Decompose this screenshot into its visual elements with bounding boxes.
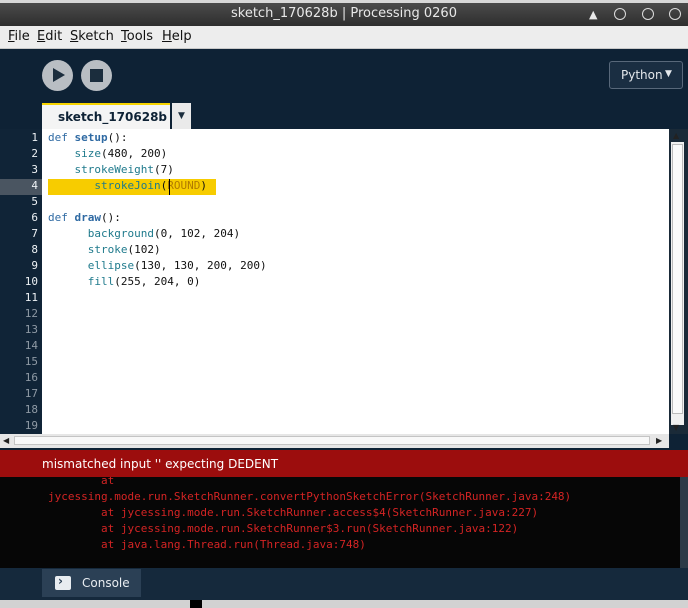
scroll-thumb[interactable] (672, 144, 683, 414)
title-bar: sketch_170628b | Processing 0260 ▲ (0, 3, 688, 26)
console-line: at jycessing.mode.run.SketchRunner.acces… (48, 506, 539, 519)
code-line[interactable]: strokeWeight(7) (48, 163, 174, 176)
line-number: 10 (24, 275, 38, 288)
console-line: at jycessing.mode.run.SketchRunner$3.run… (48, 522, 519, 535)
line-number: 14 (24, 339, 38, 352)
line-number: 7 (31, 227, 38, 240)
line-number: 8 (31, 243, 38, 256)
tab-sketch[interactable]: sketch_170628b (42, 103, 170, 129)
line-number: 18 (24, 403, 38, 416)
line-number: 19 (24, 419, 38, 432)
os-bottom-strip (0, 600, 688, 608)
code-line[interactable]: stroke(102) (48, 243, 161, 256)
console-line: jycessing.mode.run.SketchRunner.convertP… (48, 490, 572, 503)
line-number: 3 (31, 163, 38, 176)
line-number: 17 (24, 387, 38, 400)
code-line[interactable]: background(0, 102, 204) (48, 227, 240, 240)
console-scrollbar[interactable] (680, 477, 688, 568)
menu-help-mnemonic: H (162, 29, 172, 44)
code-line[interactable]: def draw(): (48, 211, 121, 224)
minimize-icon[interactable] (614, 8, 626, 20)
line-number: 5 (31, 195, 38, 208)
tab-label: sketch_170628b (58, 110, 168, 124)
console-output[interactable]: at jycessing.mode.run.SketchRunner.conve… (0, 477, 680, 568)
stop-icon (90, 69, 103, 82)
console-line: at (48, 477, 115, 487)
editor-vertical-scrollbar[interactable]: ▲ ▼ (669, 129, 688, 434)
code-editor[interactable]: def setup(): size(480, 200) strokeWeight… (42, 129, 669, 434)
scroll-right-icon[interactable]: ▶ (656, 436, 662, 445)
tab-menu-button[interactable]: ▼ (172, 103, 191, 129)
line-number: 12 (24, 307, 38, 320)
window-title: sketch_170628b | Processing 0260 (231, 6, 457, 21)
code-line[interactable]: fill(255, 204, 0) (48, 275, 201, 288)
line-number: 4 (31, 179, 38, 192)
mode-label: Python (621, 68, 663, 82)
close-icon[interactable] (669, 8, 681, 20)
menu-file-label: ile (14, 29, 30, 44)
code-line[interactable]: strokeJoin(ROUND) (48, 179, 207, 192)
line-number: 15 (24, 355, 38, 368)
menu-help-label: elp (171, 29, 192, 44)
menu-help[interactable]: Help (162, 29, 192, 44)
menu-tools[interactable]: Tools (121, 29, 153, 44)
code-line[interactable]: def setup(): (48, 131, 128, 144)
up-arrow-icon[interactable]: ▲ (589, 8, 597, 21)
line-number: 1 (31, 131, 38, 144)
stop-button[interactable] (81, 60, 112, 91)
menu-file[interactable]: File (8, 29, 30, 44)
menu-edit[interactable]: Edit (37, 29, 62, 44)
scroll-track[interactable] (671, 142, 684, 425)
line-number: 11 (24, 291, 38, 304)
console-icon: › (55, 574, 71, 590)
line-number: 13 (24, 323, 38, 336)
os-bottom-marker (190, 600, 202, 608)
error-message: mismatched input '' expecting DEDENT (42, 457, 279, 471)
menu-tools-label: ools (126, 29, 154, 44)
maximize-icon[interactable] (642, 8, 654, 20)
console-line: at java.lang.Thread.run(Thread.java:748) (48, 538, 366, 551)
console-tab[interactable]: › Console (42, 569, 141, 597)
run-button[interactable] (42, 60, 73, 91)
line-number: 9 (31, 259, 38, 272)
chevron-down-icon: ▼ (178, 111, 185, 121)
toolbar: Python ▼ (0, 49, 688, 101)
scroll-left-icon[interactable]: ◀ (3, 436, 9, 445)
console-tab-label: Console (82, 576, 130, 590)
line-number-gutter: 1 2 3 4 5 6 7 8 9 10 11 12 13 14 15 16 1… (0, 129, 42, 434)
menu-sketch-label: ketch (78, 29, 114, 44)
editor-horizontal-scrollbar[interactable]: ◀ ▶ (0, 434, 669, 448)
scroll-thumb[interactable] (14, 436, 650, 445)
line-number: 6 (31, 211, 38, 224)
menu-edit-label: dit (45, 29, 63, 44)
line-number: 16 (24, 371, 38, 384)
chevron-down-icon: ▼ (665, 69, 672, 79)
play-icon (53, 68, 65, 82)
mode-select[interactable]: Python ▼ (609, 61, 683, 89)
text-caret (169, 179, 170, 195)
code-line[interactable]: size(480, 200) (48, 147, 168, 160)
error-status-bar: mismatched input '' expecting DEDENT (0, 450, 688, 477)
menu-sketch[interactable]: Sketch (70, 29, 114, 44)
scroll-down-icon[interactable]: ▼ (673, 423, 679, 432)
scroll-up-icon[interactable]: ▲ (673, 131, 679, 140)
menu-edit-mnemonic: E (37, 29, 46, 44)
code-line[interactable]: ellipse(130, 130, 200, 200) (48, 259, 267, 272)
menu-bar: File Edit Sketch Tools Help (0, 26, 688, 49)
line-number: 2 (31, 147, 38, 160)
